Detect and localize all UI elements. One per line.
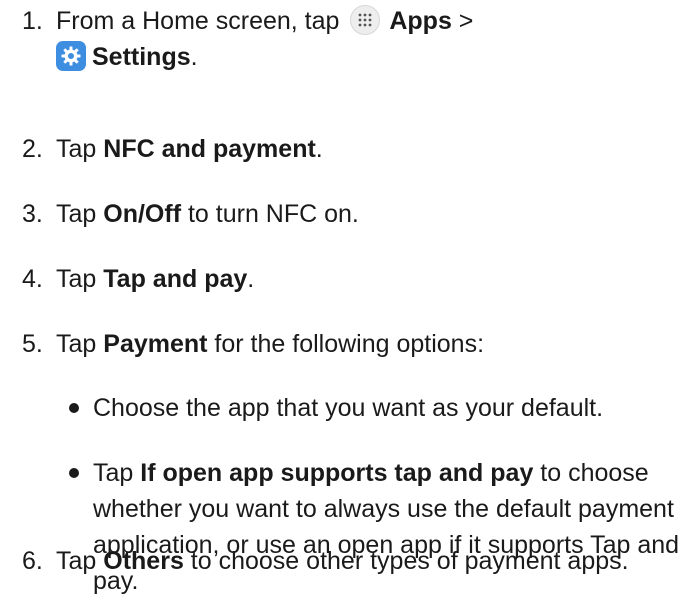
step-number: 1. <box>22 7 43 35</box>
bullet-dot <box>69 403 79 413</box>
step-text-prefix: Tap <box>56 135 104 163</box>
step-text-prefix: Tap <box>56 330 104 358</box>
step-text-suffix: to choose other types of payment apps. <box>183 547 629 575</box>
step-text-bold: Payment <box>103 330 208 358</box>
step-text-suffix: . <box>315 135 323 163</box>
step-text-prefix: Tap <box>56 200 104 228</box>
step-text: Tap Tap and pay. <box>56 261 681 297</box>
bullet-text-prefix: Choose the app that you want as your def… <box>93 394 604 422</box>
step-text: Tap On/Off to turn NFC on. <box>56 196 681 232</box>
step-text-suffix: for the following options: <box>207 330 485 358</box>
bullet-text: Choose the app that you want as your def… <box>93 390 683 426</box>
step-text: Tap NFC and payment. <box>56 131 681 167</box>
step-text-suffix: to turn NFC on. <box>181 200 359 228</box>
step-text: From a Home screen, tap Apps > Settings. <box>56 3 681 75</box>
step-number: 4. <box>22 265 43 293</box>
step-text-end: . <box>190 43 198 71</box>
settings-label: Settings <box>92 43 191 71</box>
step-text-prefix: Tap <box>56 265 104 293</box>
step-text-prefix: Tap <box>56 547 104 575</box>
step-text-bold: Others <box>103 547 184 575</box>
settings-icon <box>56 41 86 71</box>
step-text-bold: On/Off <box>103 200 182 228</box>
bullet-text-prefix: Tap <box>93 459 141 487</box>
step-number: 6. <box>22 547 43 575</box>
step-number: 3. <box>22 200 43 228</box>
step-text-prefix: From a Home screen, tap <box>56 7 347 35</box>
apps-label: Apps <box>389 7 452 35</box>
bullet-text-bold: If open app supports tap and pay <box>140 459 534 487</box>
apps-icon <box>350 5 381 35</box>
step-separator: > <box>451 7 474 35</box>
step-text: Tap Payment for the following options: <box>56 326 681 362</box>
step-number: 5. <box>22 330 43 358</box>
step-text-suffix: . <box>247 265 255 293</box>
bullet-dot <box>69 468 79 478</box>
step-text-bold: Tap and pay <box>103 265 248 293</box>
step-text-bold: NFC and payment <box>103 135 316 163</box>
step-text: Tap Others to choose other types of paym… <box>56 543 681 579</box>
step-number: 2. <box>22 135 43 163</box>
